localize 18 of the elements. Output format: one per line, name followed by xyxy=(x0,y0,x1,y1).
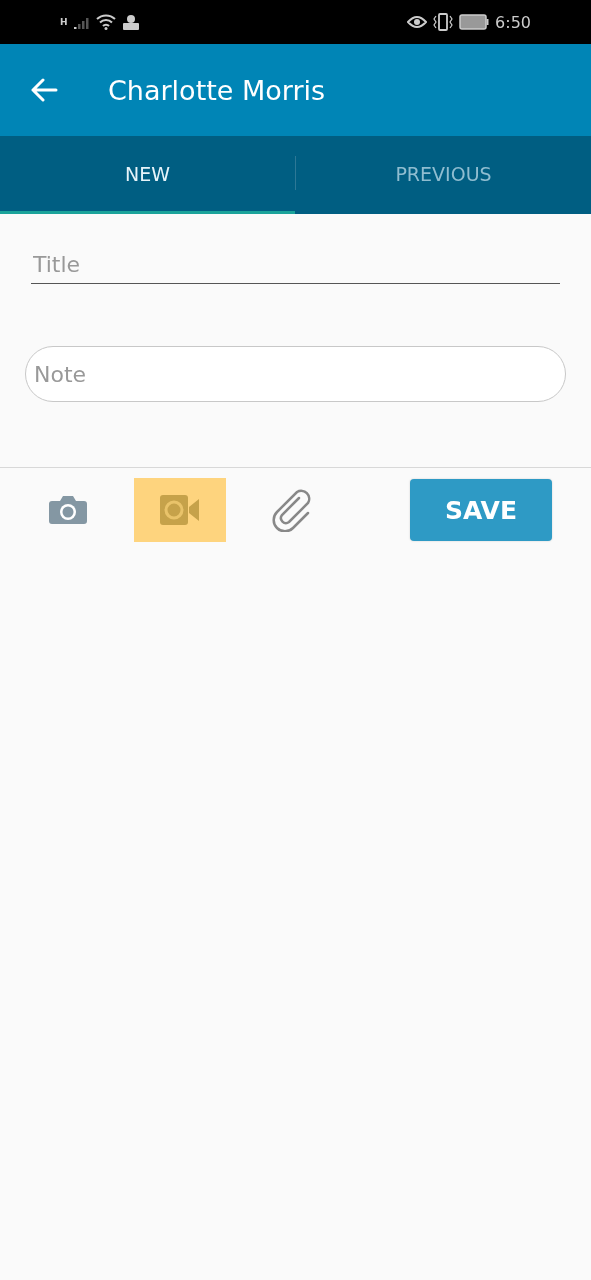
network-type: H xyxy=(60,17,68,27)
video-camera-icon xyxy=(160,495,200,525)
back-arrow-icon[interactable] xyxy=(30,78,58,102)
eye-icon xyxy=(407,15,428,29)
camera-icon xyxy=(48,494,88,526)
tab[interactable]: NEW xyxy=(0,136,295,214)
attachment-button[interactable] xyxy=(134,478,226,542)
paperclip-icon xyxy=(271,488,313,532)
vibrate-icon xyxy=(433,13,454,31)
contact-name: Charlotte Morris xyxy=(108,74,326,106)
clock-time: 6:50 xyxy=(495,12,531,32)
tab[interactable]: PREVIOUS xyxy=(296,136,591,214)
signal-icon xyxy=(73,15,90,29)
wifi-icon xyxy=(95,14,116,30)
save-button[interactable]: SAVE xyxy=(410,479,552,541)
note-field[interactable]: Note xyxy=(25,346,566,402)
battery-icon xyxy=(459,14,490,30)
title-field[interactable]: Title xyxy=(31,244,560,284)
